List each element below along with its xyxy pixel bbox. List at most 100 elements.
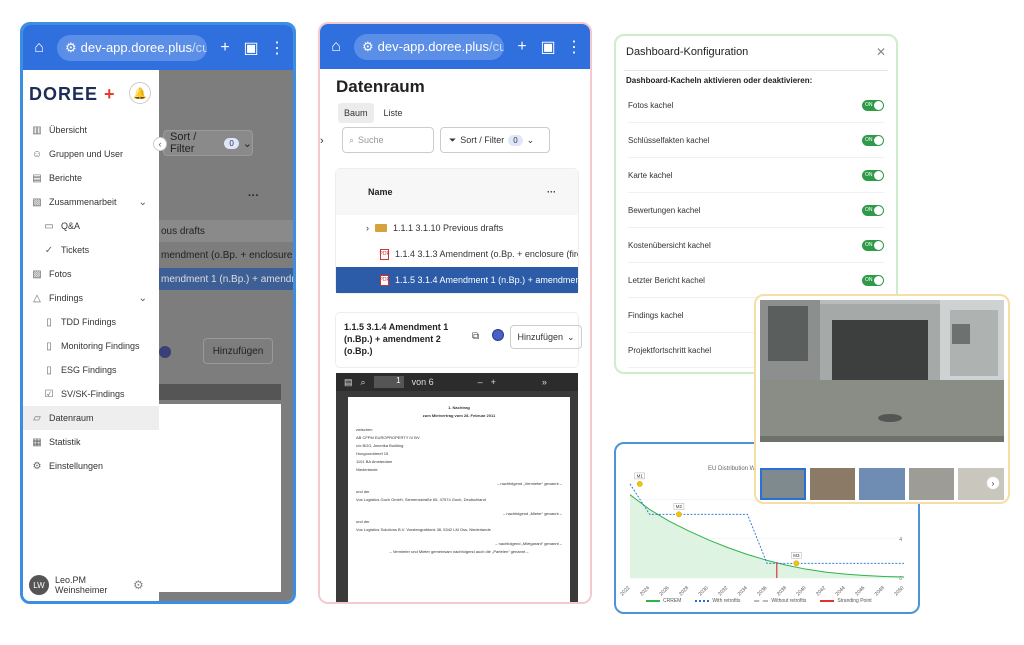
tab-liste[interactable]: Liste [378,103,409,123]
home-icon[interactable]: ⌂ [31,39,47,57]
pdf-text-line: und der [356,519,370,524]
tile-label: Bewertungen kachel [628,205,701,215]
close-icon[interactable]: ✕ [876,45,886,59]
chevron-down-icon[interactable]: ⌄ [139,197,147,208]
file-tree: Name ··· › 1.1.1 3.1.10 Previous drafts … [336,169,578,293]
tune-icon: ⚙ [362,38,374,54]
bell-icon[interactable]: 🔔 [129,82,151,104]
more-icon[interactable]: ··· [547,187,556,197]
sidebar-item-tdd-findings[interactable]: ▯ TDD Findings [23,310,159,334]
tree-row-selected[interactable]: PDF 1.1.5 3.1.4 Amendment 1 (n.Bp.) + am… [336,267,578,293]
next-thumbnail-button[interactable]: › [986,476,1000,490]
menu-dots-icon[interactable]: ⋮ [566,37,582,57]
expand-sidebar-icon[interactable]: › [320,135,324,147]
tile-toggle-row: Letzter Bericht kachel ON [628,263,884,298]
zoom-out-icon[interactable]: – [478,377,483,387]
new-tab-icon[interactable]: + [217,39,233,57]
sidebar-item-monitoring-findings[interactable]: ▯ Monitoring Findings [23,334,159,358]
settings-gear-icon[interactable]: ⚙ [133,578,144,592]
tune-icon: ⚙ [65,39,77,55]
filter-icon: ⏷ [449,134,457,145]
legend-item[interactable]: Without retrofits [754,598,806,604]
gear-icon: ⚙ [32,460,42,472]
image-icon: ▨ [32,268,42,280]
status-dot[interactable] [492,329,504,341]
pdf-text-line: c/o BGG, Amerika Building [356,443,404,448]
sort-filter-button[interactable]: ⏷ Sort / Filter 0 ⌄ [440,127,550,153]
tabs-icon[interactable]: ▣ [540,37,556,57]
toggle-switch[interactable]: ON [862,204,884,216]
x-tick-label: 2048 [874,585,886,597]
crrem-area [630,494,904,578]
sidebar-item-esg-findings[interactable]: ▯ ESG Findings [23,358,159,382]
link-icon[interactable]: ⧉ [472,331,479,342]
dimmed-page-overlay[interactable]: Sort / Filter 0 ⌄ ··· ous drafts mendment … [159,70,293,601]
user-profile[interactable]: LW Leo.PM Weinsheimer ⚙ [29,575,144,595]
toggle-switch[interactable]: ON [862,169,884,181]
legend-label: Stranding Point [837,598,872,604]
pdf-text-line: – nachfolgend „Vermieter“ genannt – [497,481,562,486]
sidebar-item-zusammenarbeit[interactable]: ▧ Zusammenarbeit ⌄ [23,190,159,214]
bg-filter-button: Sort / Filter 0 ⌄ [163,130,253,156]
tree-row[interactable]: PDF 1.1.4 3.1.3 Amendment (o.Bp. + enclo… [336,241,578,267]
sidebar-item-sv-sk-findings[interactable]: ☑ SV/SK-Findings [23,382,159,406]
sidebar-item-label: Einstellungen [49,461,104,471]
bg-viewer-bar [159,384,281,400]
x-tick-label: 2042 [815,585,827,597]
thumbnail[interactable] [908,468,955,500]
sidebar-toggle-icon[interactable]: ▤ [344,377,353,388]
address-bar[interactable]: ⚙ dev-app.doree.plus/custome [57,34,207,61]
sidebar-item-tickets[interactable]: ✓ Tickets [23,238,159,262]
toggle-switch[interactable]: ON [862,134,884,146]
tabs-icon[interactable]: ▣ [243,38,259,58]
legend-item[interactable]: With retrofits [695,598,740,604]
search-icon[interactable]: ⌕ [361,377,366,388]
tab-baum[interactable]: Baum [338,103,374,123]
browser-toolbar: ⌂ ⚙ dev-app.doree.plus/custome + ▣ ⋮ [23,25,293,70]
sidebar-item-einstellungen[interactable]: ⚙ Einstellungen [23,454,159,478]
toggle-switch[interactable]: ON [862,99,884,111]
tree-row[interactable]: › 1.1.1 3.1.10 Previous drafts [336,215,578,241]
sidebar-item-findings[interactable]: △ Findings ⌄ [23,286,159,310]
address-bar[interactable]: ⚙ dev-app.doree.plus/custome [354,33,504,60]
page-title: Datenraum [336,77,425,96]
collapse-drawer-button[interactable]: ‹ [153,137,167,151]
legend-item[interactable]: Stranding Point [820,598,872,604]
sidebar-item-fotos[interactable]: ▨ Fotos [23,262,159,286]
toggle-switch[interactable]: ON [862,274,884,286]
new-tab-icon[interactable]: + [514,38,530,56]
toggle-switch[interactable]: ON [862,239,884,251]
add-button[interactable]: Hinzufügen ⌄ [510,325,582,349]
zoom-in-icon[interactable]: + [491,377,496,387]
sidebar-item-datenraum[interactable]: ▱ Datenraum [23,406,159,430]
milestone-marker [676,511,682,518]
milestone-marker [793,560,800,567]
sidebar-item-gruppen-und-user[interactable]: ☺ Gruppen und User [23,142,159,166]
legend-label: With retrofits [712,598,741,604]
page-number-input[interactable]: 1 [373,376,404,388]
milestone-label: M1 [637,473,644,478]
doc-icon: ▯ [46,340,52,352]
home-icon[interactable]: ⌂ [328,38,344,56]
sidebar-item-statistik[interactable]: ▦ Statistik [23,430,159,454]
search-input[interactable]: ⌕ Suche [342,127,434,153]
sidebar-item-q-a[interactable]: ▭ Q&A [23,214,159,238]
chevron-down-icon[interactable]: ⌄ [139,293,147,304]
sidebar-item-label: Monitoring Findings [61,341,140,351]
more-tools-icon[interactable]: » [542,377,547,387]
x-tick-label: 2040 [795,585,807,597]
sidebar-item-übersicht[interactable]: ▥ Übersicht [23,118,159,142]
bg-document-page [159,404,281,592]
legend-swatch [820,599,835,602]
sidebar-item-label: Fotos [49,269,72,279]
thumbnail[interactable] [809,468,856,500]
main-photo[interactable] [760,300,1004,442]
legend-item[interactable]: CRREM [646,598,681,604]
pdf-icon: PDF [380,274,390,286]
pdf-text-line: Niederlande [356,467,378,472]
thumbnail[interactable] [859,468,905,500]
chevron-right-icon[interactable]: › [366,223,369,233]
thumbnail[interactable] [760,468,806,500]
menu-dots-icon[interactable]: ⋮ [269,38,285,58]
sidebar-item-berichte[interactable]: ▤ Berichte [23,166,159,190]
